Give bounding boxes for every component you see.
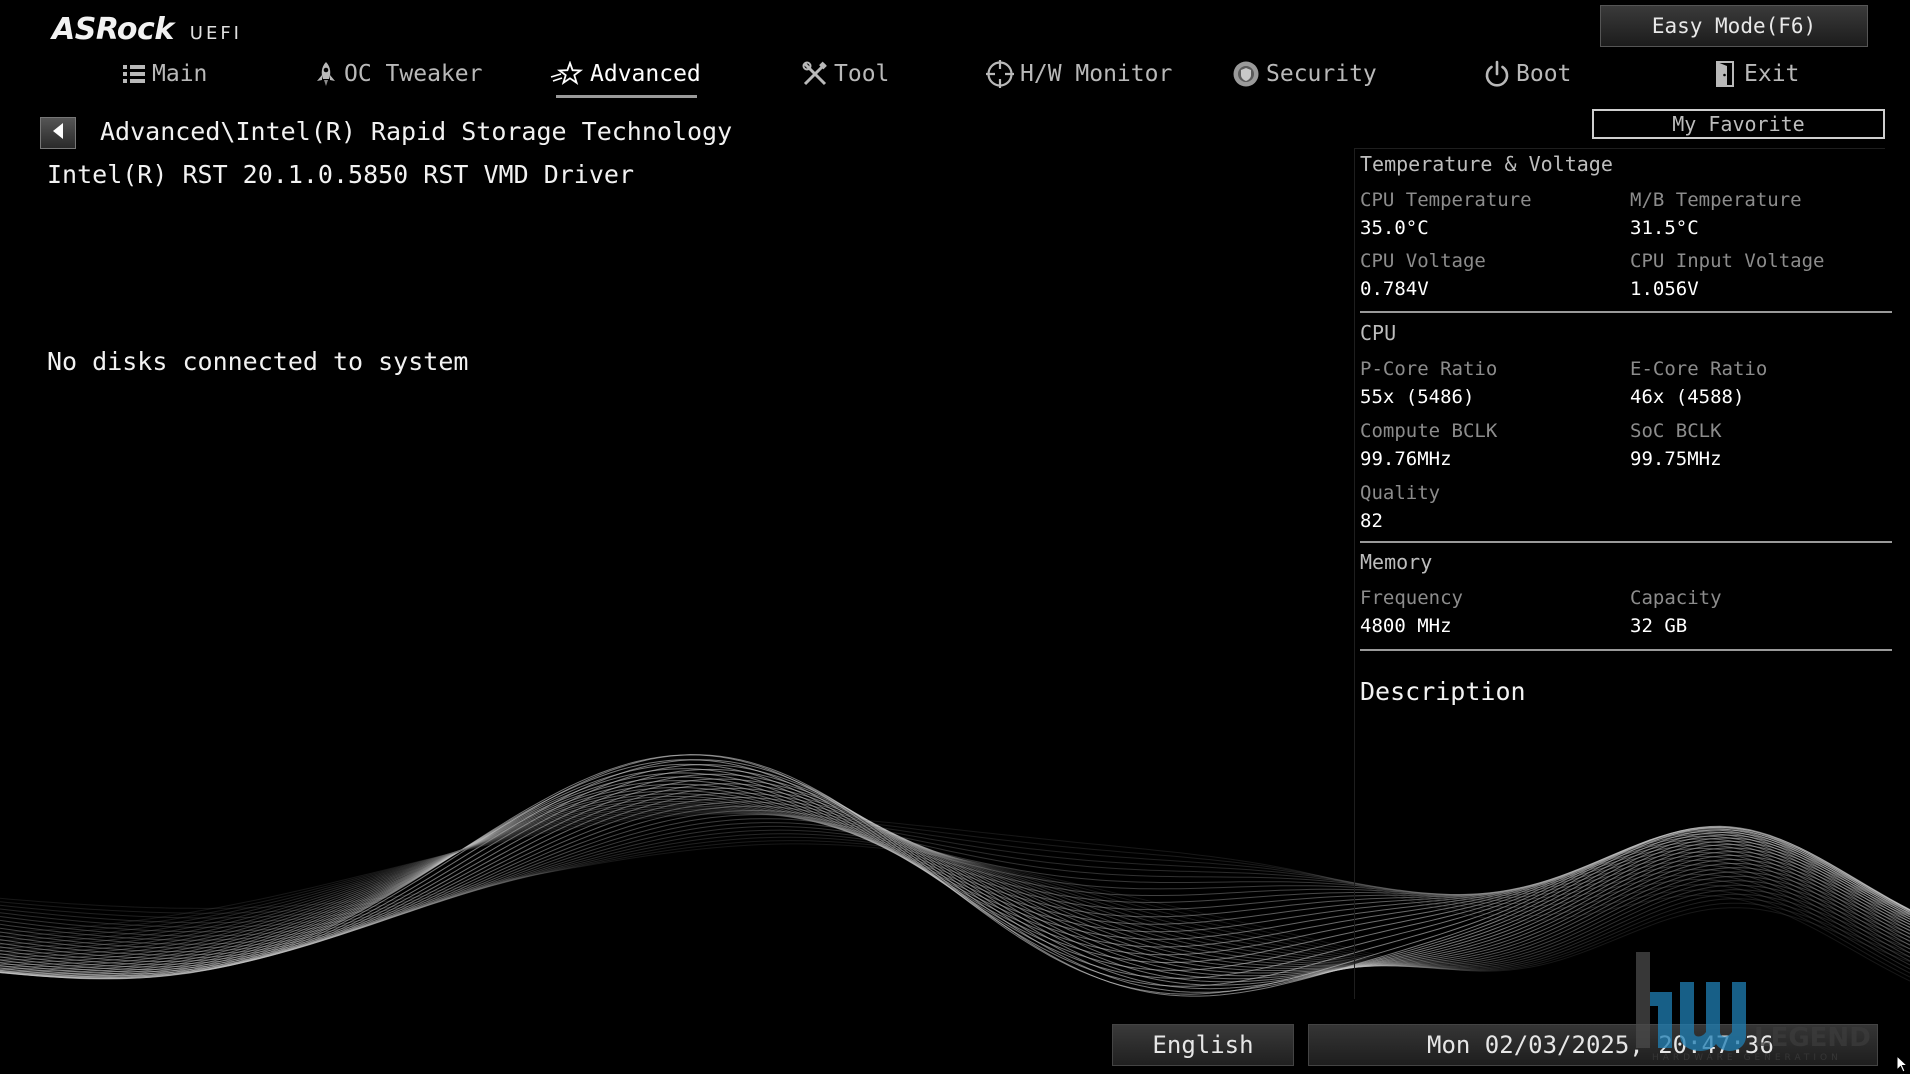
section-divider <box>1360 649 1892 651</box>
section-divider <box>1360 311 1892 313</box>
breadcrumb: Advanced\Intel(R) Rapid Storage Technolo… <box>100 117 733 146</box>
tab-exit-label: Exit <box>1744 61 1800 87</box>
cpu-quality-value: 82 <box>1360 510 1383 532</box>
pcore-ratio-value: 55x (5486) <box>1360 386 1475 408</box>
tab-tool[interactable]: Tool <box>802 52 889 96</box>
temp-voltage-section: Temperature & Voltage CPU Temperature 35… <box>1360 152 1892 300</box>
tab-security[interactable]: Security <box>1232 52 1377 96</box>
cpu-title: CPU <box>1360 321 1397 345</box>
tab-security-label: Security <box>1266 61 1377 87</box>
language-button[interactable]: English <box>1112 1024 1294 1066</box>
easy-mode-button[interactable]: Easy Mode(F6) <box>1600 5 1868 47</box>
tab-hw-monitor-label: H/W Monitor <box>1020 61 1173 87</box>
logo-brand: ASRock <box>52 12 174 47</box>
shield-icon <box>1232 60 1260 88</box>
tab-oc-tweaker-label: OC Tweaker <box>344 61 483 87</box>
description-title: Description <box>1360 677 1526 706</box>
status-message: No disks connected to system <box>47 347 469 376</box>
tools-icon <box>802 61 828 87</box>
tab-boot-label: Boot <box>1516 61 1572 87</box>
tab-advanced[interactable]: Advanced <box>550 52 701 98</box>
cpu-quality: Quality 82 <box>1360 479 1440 535</box>
memory-capacity: Capacity 32 GB <box>1630 584 1722 640</box>
cpu-input-voltage-label: CPU Input Voltage <box>1630 250 1825 272</box>
soc-bclk: SoC BCLK 99.75MHz <box>1630 417 1722 473</box>
memory-capacity-value: 32 GB <box>1630 615 1688 637</box>
soc-bclk-label: SoC BCLK <box>1630 420 1722 442</box>
star-icon <box>550 61 584 87</box>
rocket-icon <box>314 61 338 87</box>
watermark-text: LEGEND <box>1754 1023 1871 1053</box>
cpu-voltage-value: 0.784V <box>1360 278 1429 300</box>
cpu-input-voltage: CPU Input Voltage 1.056V <box>1630 247 1824 303</box>
memory-frequency: Frequency 4800 MHz <box>1360 584 1463 640</box>
cpu-temperature-label: CPU Temperature <box>1360 189 1532 211</box>
mouse-cursor-icon <box>1896 1054 1909 1074</box>
exit-door-icon <box>1714 60 1738 88</box>
list-icon <box>122 63 146 85</box>
driver-info: Intel(R) RST 20.1.0.5850 RST VMD Driver <box>47 160 634 189</box>
cpu-temperature-value: 35.0°C <box>1360 217 1429 239</box>
cpu-temperature: CPU Temperature 35.0°C <box>1360 186 1532 242</box>
cpu-voltage: CPU Voltage 0.784V <box>1360 247 1486 303</box>
memory-capacity-label: Capacity <box>1630 587 1722 609</box>
watermark-subtext: HARDWARE GENERATION <box>1652 1053 1842 1062</box>
back-button[interactable] <box>40 117 76 149</box>
section-divider <box>1360 541 1892 543</box>
cpu-quality-label: Quality <box>1360 482 1441 504</box>
tab-advanced-label: Advanced <box>590 61 701 87</box>
crosshair-icon <box>986 60 1014 88</box>
mb-temperature-value: 31.5°C <box>1630 217 1699 239</box>
ecore-ratio-value: 46x (4588) <box>1630 386 1745 408</box>
pcore-ratio-label: P-Core Ratio <box>1360 358 1498 380</box>
back-arrow-icon <box>51 122 65 144</box>
memory-section: Memory Frequency 4800 MHz Capacity 32 GB <box>1360 550 1892 637</box>
tab-hw-monitor[interactable]: H/W Monitor <box>986 52 1172 96</box>
soc-bclk-value: 99.75MHz <box>1630 448 1722 470</box>
temp-voltage-title: Temperature & Voltage <box>1360 152 1613 176</box>
tab-main[interactable]: Main <box>122 52 207 96</box>
my-favorite-button[interactable]: My Favorite <box>1592 109 1885 139</box>
cpu-section: CPU P-Core Ratio 55x (5486) E-Core Ratio… <box>1360 321 1892 532</box>
tab-main-label: Main <box>152 61 208 87</box>
logo-sub: UEFI <box>189 23 242 44</box>
ecore-ratio: E-Core Ratio 46x (4588) <box>1630 355 1767 411</box>
tab-exit[interactable]: Exit <box>1714 52 1799 96</box>
power-icon <box>1484 60 1510 88</box>
mb-temperature-label: M/B Temperature <box>1630 189 1802 211</box>
cpu-input-voltage-value: 1.056V <box>1630 278 1699 300</box>
tab-boot[interactable]: Boot <box>1484 52 1571 96</box>
mb-temperature: M/B Temperature 31.5°C <box>1630 186 1802 242</box>
hw-monitor-panel: Temperature & Voltage CPU Temperature 35… <box>1354 148 1892 999</box>
memory-frequency-value: 4800 MHz <box>1360 615 1452 637</box>
compute-bclk-label: Compute BCLK <box>1360 420 1498 442</box>
tab-tool-label: Tool <box>834 61 890 87</box>
cpu-voltage-label: CPU Voltage <box>1360 250 1486 272</box>
tab-oc-tweaker[interactable]: OC Tweaker <box>314 52 482 96</box>
legend-watermark-logo: LEGEND HARDWARE GENERATION <box>1632 952 1902 1063</box>
pcore-ratio: P-Core Ratio 55x (5486) <box>1360 355 1497 411</box>
memory-frequency-label: Frequency <box>1360 587 1463 609</box>
compute-bclk: Compute BCLK 99.76MHz <box>1360 417 1497 473</box>
compute-bclk-value: 99.76MHz <box>1360 448 1452 470</box>
main-nav: Main OC Tweaker Advanced Tool H/W Monito… <box>0 52 1910 98</box>
asrock-logo: ASRock UEFI <box>52 12 242 47</box>
memory-title: Memory <box>1360 550 1433 574</box>
ecore-ratio-label: E-Core Ratio <box>1630 358 1768 380</box>
